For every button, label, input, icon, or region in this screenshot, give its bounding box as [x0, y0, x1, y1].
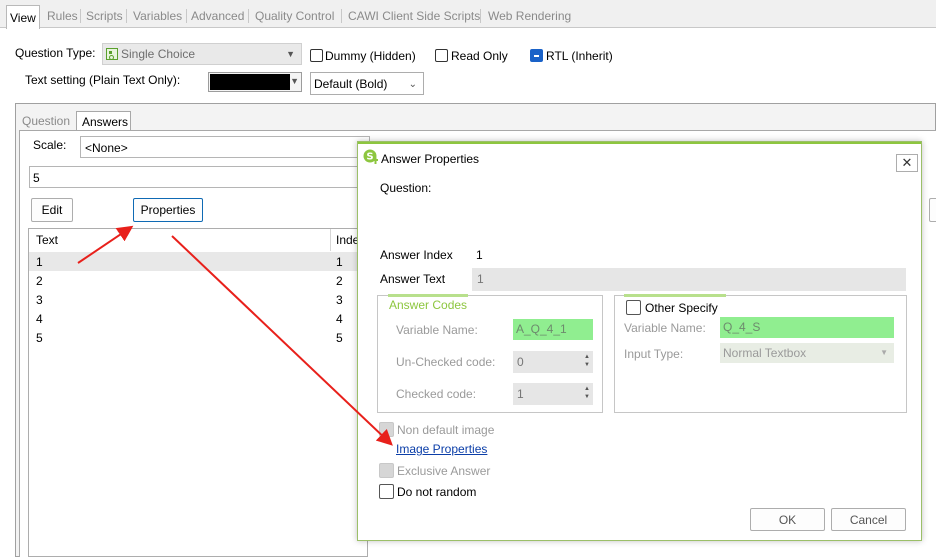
- arrow-to-image-properties: [171, 235, 393, 446]
- annotation-arrows: [77, 225, 393, 446]
- arrow-to-properties: [77, 225, 134, 264]
